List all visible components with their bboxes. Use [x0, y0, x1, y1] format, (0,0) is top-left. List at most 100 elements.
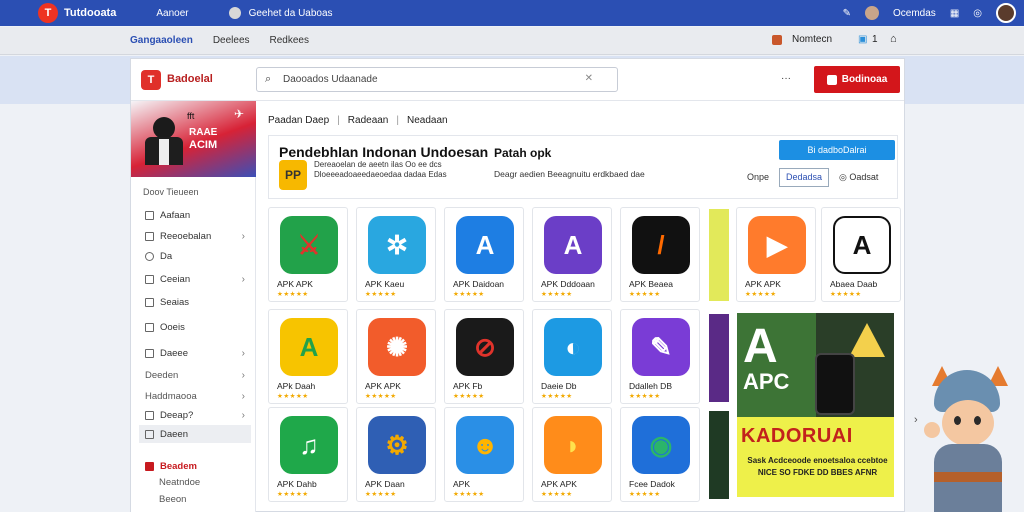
bell-icon[interactable]: ⌂ [890, 33, 897, 45]
secondary-nav-item[interactable]: Deelees [213, 35, 250, 46]
app-tile[interactable]: ✎ Ddalleh DB ★★★★★ [620, 309, 700, 404]
sidebar-item[interactable]: Da [145, 247, 251, 265]
notification-label[interactable]: Nomtecn [792, 34, 832, 45]
app-tile[interactable]: ⊘ APK Fb ★★★★★ [444, 309, 524, 404]
rating-stars-icon: ★★★★★ [629, 491, 661, 498]
site-logo[interactable]: T [38, 3, 58, 23]
app-tile[interactable]: ✺ APK APK ★★★★★ [356, 309, 436, 404]
sidebar-item[interactable]: Haddmaooa › [145, 387, 251, 405]
app-tile[interactable]: ◉ Fcee Dadok ★★★★★ [620, 407, 700, 502]
top-user-link[interactable]: Geehet da Uaboas [228, 7, 333, 19]
sidebar-item[interactable]: Seaias [145, 293, 251, 311]
featured-primary-button[interactable]: Bi dadboDalrai [779, 140, 895, 160]
rating-stars-icon: ★★★★★ [453, 393, 485, 400]
app-icon: ♫ [280, 416, 338, 474]
message-icon[interactable]: ▣ [858, 34, 867, 45]
app-tile[interactable]: ◐ Daeie Db ★★★★★ [532, 309, 612, 404]
app-tile[interactable]: ◗ APK APK ★★★★★ [532, 407, 612, 502]
sidebar-item-label: Beadem [160, 460, 197, 472]
top-user-label: Geehet da Uaboas [248, 7, 333, 19]
sidebar-item[interactable]: Aafaan [145, 206, 251, 224]
grid-icon[interactable]: ▦ [950, 8, 959, 19]
app-icon: A [456, 216, 514, 274]
app-tile[interactable]: A APK Daidoan ★★★★★ [444, 207, 524, 302]
chevron-right-icon[interactable]: › [914, 414, 918, 426]
sidebar-hero-banner[interactable]: fft RAAE ACIM ✈ [131, 101, 256, 177]
profile-avatar-small[interactable] [865, 6, 880, 20]
secondary-nav-item[interactable]: Redkees [270, 35, 309, 46]
featured-more-label: Oadsat [849, 172, 879, 182]
top-right-label[interactable]: Ocemdas [893, 8, 936, 19]
store-name[interactable]: Badoelal [167, 73, 213, 85]
app-tile[interactable]: / APK Beaea ★★★★★ [620, 207, 700, 302]
promo-banner[interactable]: A APC KADORUAI Sask Acdceoode enoetsaloa… [737, 313, 894, 497]
featured-subdescription: Deagr aedien Beeagnuitu erdkbaed dae [494, 169, 645, 179]
app-tile[interactable]: ☻ APK ★★★★★ [444, 407, 524, 502]
phone-icon [815, 353, 855, 415]
app-icon: ◐ [544, 318, 602, 376]
app-name: APK Kaeu [365, 279, 405, 289]
checkbox-icon [145, 322, 154, 332]
sidebar-item-label: Da [160, 250, 173, 262]
app-name: APk Daah [277, 381, 316, 391]
rating-stars-icon: ★★★★★ [365, 393, 397, 400]
sidebar-item-selected[interactable]: Daeen [139, 425, 251, 443]
top-nav-link[interactable]: Aanoer [156, 8, 188, 19]
clear-search-icon[interactable]: ✕ [585, 73, 593, 84]
rating-stars-icon: ★★★★★ [745, 291, 777, 298]
primary-cta-button[interactable]: Bodinoaa [814, 66, 900, 93]
app-name: Daeie Db [541, 381, 577, 391]
hero-figure-image [141, 111, 187, 165]
app-icon: ⊘ [456, 318, 514, 376]
featured-more-link[interactable]: ◎ Oadsat [839, 172, 878, 183]
rating-stars-icon: ★★★★★ [541, 291, 573, 298]
app-tile[interactable]: ✲ APK Kaeu ★★★★★ [356, 207, 436, 302]
sidebar-item[interactable]: Ooeis [145, 318, 251, 336]
avatar-icon[interactable] [996, 3, 1016, 23]
sidebar-item-label: Ceeian [160, 273, 191, 285]
sidebar-item[interactable]: Deeden › [145, 366, 251, 384]
globe-icon[interactable]: ◎ [973, 8, 982, 19]
checkbox-icon [145, 210, 154, 220]
app-name: APK [453, 479, 471, 489]
app-tile[interactable]: ▶ APK APK ★★★★★ [736, 207, 816, 302]
app-icon: ⚙ [368, 416, 426, 474]
featured-banner: Pendebhlan Indonan Undoesan PP Dereaoela… [268, 135, 898, 199]
chevron-right-icon: › [241, 369, 245, 381]
sidebar-item[interactable]: Deeap? › [145, 406, 251, 424]
breadcrumb-item[interactable]: Neadaan [407, 115, 448, 126]
sidebar-item[interactable]: Ceeian › [145, 270, 251, 288]
search-icon: ⌕ [265, 73, 272, 85]
secondary-nav-item-active[interactable]: Gangaaoleen [130, 35, 193, 46]
store-logo-icon[interactable]: T [141, 70, 161, 90]
app-tile[interactable]: A APk Daah ★★★★★ [268, 309, 348, 404]
sidebar-item[interactable]: Reeoebalan › [145, 227, 251, 245]
app-tile[interactable]: A APK Dddoaan ★★★★★ [532, 207, 612, 302]
app-tile[interactable]: A Abaea Daab ★★★★★ [821, 207, 901, 302]
sidebar-item[interactable]: Daeee › [145, 344, 251, 362]
featured-open-link[interactable]: Onpe [747, 172, 769, 182]
sidebar-item-label: Daeee [160, 347, 188, 359]
featured-description: Dereaoelan de aeetn ilas Oo ee dcs Dloee… [314, 160, 447, 179]
app-icon: ✺ [368, 318, 426, 376]
app-icon: ◗ [544, 416, 602, 474]
app-tile[interactable]: ⚙ APK Daan ★★★★★ [356, 407, 436, 502]
featured-secondary-button[interactable]: Dedadsa [779, 168, 829, 187]
search-input[interactable]: ⌕ Daooados Udaanade ✕ [256, 67, 618, 92]
rating-stars-icon: ★★★★★ [277, 393, 309, 400]
message-count: 1 [872, 34, 878, 45]
app-icon: ⚔ [280, 216, 338, 274]
breadcrumb-item[interactable]: Radeaan [348, 115, 389, 126]
wrench-icon[interactable]: ✎ [843, 8, 851, 19]
notification-icon[interactable] [772, 35, 782, 45]
app-tile[interactable]: ♫ APK Dahb ★★★★★ [268, 407, 348, 502]
featured-badge-icon: PP [279, 160, 307, 190]
app-tile[interactable]: ⚔ APK APK ★★★★★ [268, 207, 348, 302]
app-icon: / [632, 216, 690, 274]
more-menu-icon[interactable]: ··· [781, 73, 791, 84]
sidebar-subitem[interactable]: Neatndoe [159, 473, 265, 491]
site-brand-name[interactable]: Tutdooata [64, 7, 116, 19]
sidebar-subitem[interactable]: Beeon [159, 490, 265, 508]
breadcrumb-item[interactable]: Paadan Daep [268, 115, 329, 126]
app-name: Ddalleh DB [629, 381, 672, 391]
